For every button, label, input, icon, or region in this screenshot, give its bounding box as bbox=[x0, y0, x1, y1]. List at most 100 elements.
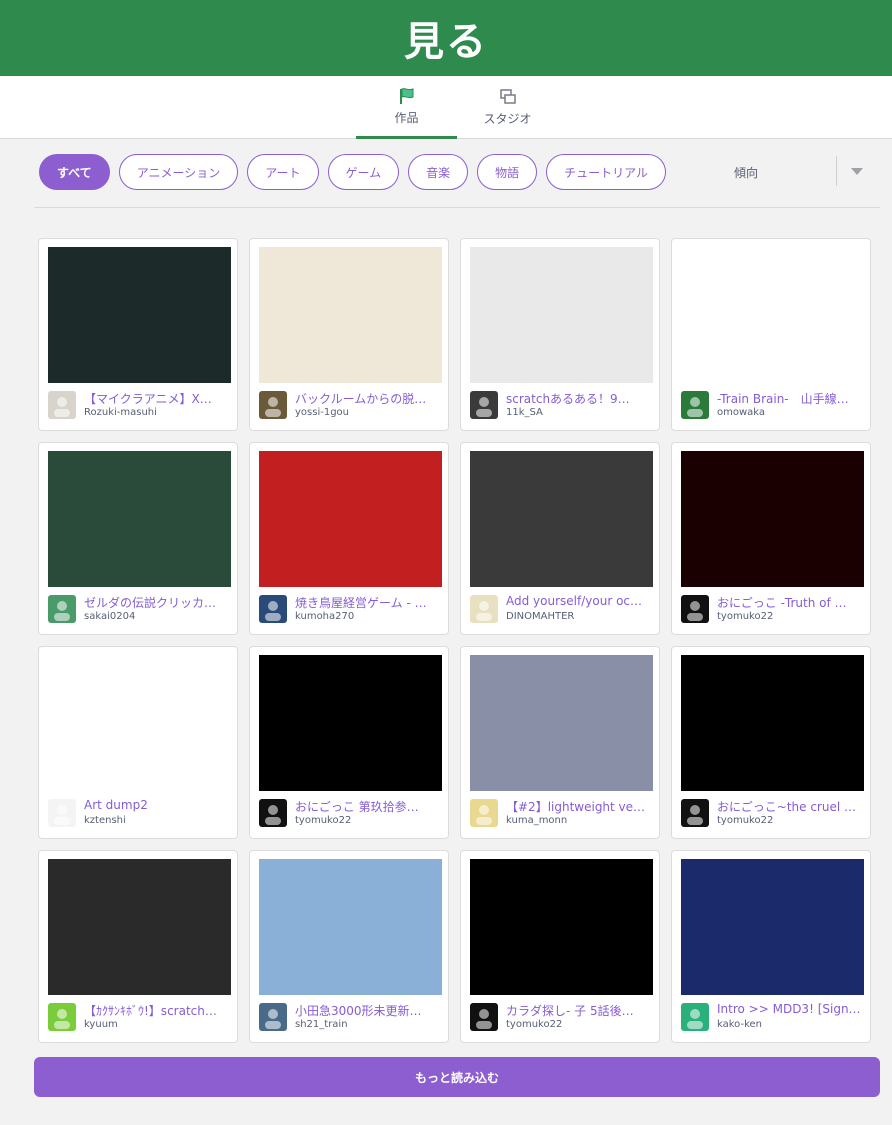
project-title[interactable]: Add yourself/your oc… bbox=[506, 594, 654, 608]
project-card[interactable]: Intro >> MDD3! [Sign… kako-ken bbox=[671, 850, 871, 1043]
page-banner: 見る bbox=[0, 0, 892, 76]
project-card[interactable]: Art dump2 kztenshi bbox=[38, 646, 238, 839]
project-thumbnail[interactable] bbox=[470, 451, 653, 587]
author-avatar[interactable] bbox=[48, 595, 76, 623]
project-title[interactable]: カラダ探し- 子 5話後… bbox=[506, 1002, 654, 1019]
project-author[interactable]: sakai0204 bbox=[84, 611, 232, 622]
project-card[interactable]: バックルームからの脱… yossi-1gou bbox=[249, 238, 449, 431]
project-author[interactable]: tyomuko22 bbox=[506, 1019, 654, 1030]
author-avatar[interactable] bbox=[48, 1003, 76, 1031]
project-title[interactable]: 小田急3000形未更新… bbox=[295, 1002, 443, 1019]
project-author[interactable]: yossi-1gou bbox=[295, 407, 443, 418]
project-card[interactable]: Add yourself/your oc… DINOMAHTER bbox=[460, 442, 660, 635]
author-avatar[interactable] bbox=[470, 1003, 498, 1031]
project-title[interactable]: Art dump2 bbox=[84, 798, 232, 812]
project-title[interactable]: おにごっこ 第玖拾参… bbox=[295, 798, 443, 815]
project-thumbnail[interactable] bbox=[681, 247, 864, 383]
project-title[interactable]: ゼルダの伝説クリッカ… bbox=[84, 594, 232, 611]
project-card[interactable]: 【ｶｸｻﾝｷﾎﾞｳ!】scratch… kyuum bbox=[38, 850, 238, 1043]
project-card[interactable]: 【#2】lightweight ve… kuma_monn bbox=[460, 646, 660, 839]
author-avatar[interactable] bbox=[48, 799, 76, 827]
load-more-button[interactable]: もっと読み込む bbox=[34, 1057, 880, 1097]
project-card[interactable]: scratchあるある！9… 11k_SA bbox=[460, 238, 660, 431]
project-thumbnail[interactable] bbox=[48, 247, 231, 383]
project-title[interactable]: 焼き鳥屋経営ゲーム - … bbox=[295, 594, 443, 611]
project-card[interactable]: カラダ探し- 子 5話後… tyomuko22 bbox=[460, 850, 660, 1043]
project-title[interactable]: バックルームからの脱… bbox=[295, 390, 443, 407]
project-thumbnail[interactable] bbox=[259, 247, 442, 383]
author-avatar[interactable] bbox=[259, 1003, 287, 1031]
project-thumbnail[interactable] bbox=[259, 655, 442, 791]
flag-icon bbox=[399, 87, 413, 104]
author-avatar[interactable] bbox=[681, 391, 709, 419]
project-title[interactable]: scratchあるある！9… bbox=[506, 390, 654, 407]
project-card[interactable]: 【マイクラアニメ】X… Rozuki-masuhi bbox=[38, 238, 238, 431]
project-author[interactable]: omowaka bbox=[717, 407, 865, 418]
project-author[interactable]: Rozuki-masuhi bbox=[84, 407, 232, 418]
project-card[interactable]: おにごっこ~the cruel … tyomuko22 bbox=[671, 646, 871, 839]
project-title[interactable]: 【#2】lightweight ve… bbox=[506, 798, 654, 815]
project-title[interactable]: おにごっこ -Truth of … bbox=[717, 594, 865, 611]
author-avatar[interactable] bbox=[681, 595, 709, 623]
project-thumbnail[interactable] bbox=[681, 655, 864, 791]
project-thumbnail[interactable] bbox=[48, 655, 231, 791]
project-author[interactable]: kako-ken bbox=[717, 1019, 865, 1030]
author-avatar[interactable] bbox=[470, 595, 498, 623]
author-avatar[interactable] bbox=[259, 391, 287, 419]
chevron-down-icon[interactable] bbox=[851, 168, 863, 175]
project-card[interactable]: 焼き鳥屋経営ゲーム - … kumoha270 bbox=[249, 442, 449, 635]
project-title[interactable]: -Train Brain- 山手線… bbox=[717, 390, 865, 407]
project-thumbnail[interactable] bbox=[470, 247, 653, 383]
project-title[interactable]: Intro >> MDD3! [Sign… bbox=[717, 1002, 865, 1016]
project-thumbnail[interactable] bbox=[681, 451, 864, 587]
tab-studios[interactable]: スタジオ bbox=[457, 76, 558, 139]
section-divider bbox=[34, 207, 880, 208]
project-author[interactable]: tyomuko22 bbox=[717, 815, 865, 826]
project-card[interactable]: おにごっこ -Truth of … tyomuko22 bbox=[671, 442, 871, 635]
project-author[interactable]: 11k_SA bbox=[506, 407, 654, 418]
project-card[interactable]: ゼルダの伝説クリッカ… sakai0204 bbox=[38, 442, 238, 635]
page-title: 見る bbox=[404, 19, 488, 65]
author-avatar[interactable] bbox=[470, 391, 498, 419]
project-thumbnail[interactable] bbox=[259, 859, 442, 995]
filter-stories[interactable]: 物語 bbox=[477, 154, 538, 190]
tab-studios-label: スタジオ bbox=[483, 112, 532, 126]
project-author[interactable]: tyomuko22 bbox=[717, 611, 865, 622]
project-author[interactable]: kuma_monn bbox=[506, 815, 654, 826]
project-card[interactable]: 小田急3000形未更新… sh21_train bbox=[249, 850, 449, 1043]
project-author[interactable]: kumoha270 bbox=[295, 611, 443, 622]
project-thumbnail[interactable] bbox=[48, 451, 231, 587]
filter-all[interactable]: すべて bbox=[39, 154, 110, 190]
project-card[interactable]: おにごっこ 第玖拾参… tyomuko22 bbox=[249, 646, 449, 839]
project-title[interactable]: おにごっこ~the cruel … bbox=[717, 798, 865, 815]
project-thumbnail[interactable] bbox=[48, 859, 231, 995]
author-avatar[interactable] bbox=[681, 799, 709, 827]
project-title[interactable]: 【マイクラアニメ】X… bbox=[84, 390, 232, 407]
sort-dropdown[interactable]: 傾向 bbox=[700, 154, 880, 190]
tab-projects[interactable]: 作品 bbox=[356, 76, 457, 139]
project-author[interactable]: DINOMAHTER bbox=[506, 611, 654, 622]
project-thumbnail[interactable] bbox=[470, 655, 653, 791]
project-thumbnail[interactable] bbox=[681, 859, 864, 995]
category-filters: すべて アニメーション アート ゲーム 音楽 物語 チュートリアル bbox=[39, 154, 667, 190]
filter-tutorials[interactable]: チュートリアル bbox=[546, 154, 667, 190]
filter-animation[interactable]: アニメーション bbox=[118, 154, 239, 190]
project-thumbnail[interactable] bbox=[259, 451, 442, 587]
project-author[interactable]: tyomuko22 bbox=[295, 815, 443, 826]
filter-music[interactable]: 音楽 bbox=[408, 154, 469, 190]
author-avatar[interactable] bbox=[470, 799, 498, 827]
project-author[interactable]: sh21_train bbox=[295, 1019, 443, 1030]
author-avatar[interactable] bbox=[681, 1003, 709, 1031]
project-title[interactable]: 【ｶｸｻﾝｷﾎﾞｳ!】scratch… bbox=[84, 1002, 232, 1019]
author-avatar[interactable] bbox=[48, 391, 76, 419]
tab-projects-label: 作品 bbox=[394, 110, 419, 125]
filter-games[interactable]: ゲーム bbox=[327, 154, 400, 190]
project-author[interactable]: kyuum bbox=[84, 1019, 232, 1030]
author-avatar[interactable] bbox=[259, 595, 287, 623]
author-avatar[interactable] bbox=[259, 799, 287, 827]
project-author[interactable]: kztenshi bbox=[84, 815, 232, 826]
project-thumbnail[interactable] bbox=[470, 859, 653, 995]
filter-art[interactable]: アート bbox=[247, 154, 319, 190]
tab-bar: 作品 スタジオ bbox=[0, 76, 892, 139]
project-card[interactable]: -Train Brain- 山手線… omowaka bbox=[671, 238, 871, 431]
